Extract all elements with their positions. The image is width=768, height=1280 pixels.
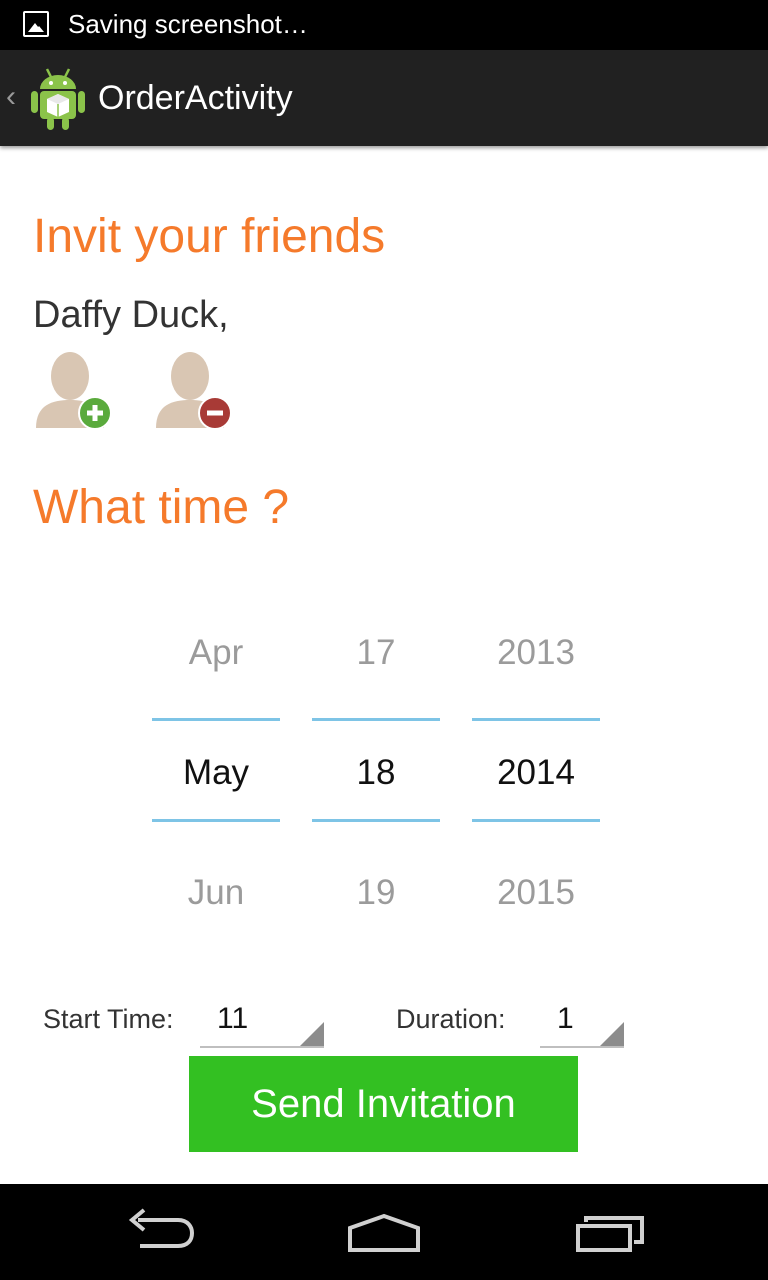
month-picker[interactable]: Apr May Jun: [152, 610, 280, 940]
navigation-bar: [0, 1184, 768, 1280]
picker-divider: [152, 819, 280, 822]
recent-apps-icon[interactable]: [530, 1184, 690, 1280]
status-bar: Saving screenshot…: [0, 0, 768, 50]
start-time-label: Start Time:: [43, 1004, 174, 1034]
start-time-value: 11: [217, 1002, 249, 1035]
remove-person-icon[interactable]: [152, 350, 234, 432]
send-invitation-button[interactable]: Send Invitation: [189, 1056, 578, 1152]
duration-value: 1: [557, 1002, 574, 1035]
duration-spinner[interactable]: 1: [540, 996, 624, 1048]
year-prev[interactable]: 2013: [472, 633, 600, 673]
friend-name: Daffy Duck,: [33, 294, 229, 336]
picker-divider: [152, 718, 280, 721]
day-prev[interactable]: 17: [312, 633, 440, 673]
year-current[interactable]: 2014: [472, 753, 600, 793]
action-bar: ‹ OrderActivity: [0, 50, 768, 146]
invite-heading: Invit your friends: [33, 210, 386, 263]
time-heading: What time ?: [33, 481, 290, 534]
android-logo-icon[interactable]: [28, 65, 88, 131]
add-person-icon[interactable]: [32, 350, 114, 432]
day-picker[interactable]: 17 18 19: [312, 610, 440, 940]
dropdown-arrow-icon: [300, 1022, 324, 1046]
home-icon[interactable]: [304, 1184, 464, 1280]
duration-label: Duration:: [396, 1004, 506, 1034]
month-current[interactable]: May: [152, 753, 280, 793]
dropdown-arrow-icon: [600, 1022, 624, 1046]
month-prev[interactable]: Apr: [152, 633, 280, 673]
year-picker[interactable]: 2013 2014 2015: [472, 610, 600, 940]
day-next[interactable]: 19: [312, 873, 440, 913]
page-title: OrderActivity: [98, 79, 293, 117]
start-time-spinner[interactable]: 11: [200, 996, 324, 1048]
picker-divider: [472, 819, 600, 822]
back-icon[interactable]: [80, 1184, 240, 1280]
picker-divider: [312, 819, 440, 822]
day-current[interactable]: 18: [312, 753, 440, 793]
picker-divider: [312, 718, 440, 721]
up-chevron-icon[interactable]: ‹: [6, 80, 16, 114]
month-next[interactable]: Jun: [152, 873, 280, 913]
picker-divider: [472, 718, 600, 721]
picture-icon: [23, 11, 49, 37]
year-next[interactable]: 2015: [472, 873, 600, 913]
status-text: Saving screenshot…: [68, 9, 308, 39]
